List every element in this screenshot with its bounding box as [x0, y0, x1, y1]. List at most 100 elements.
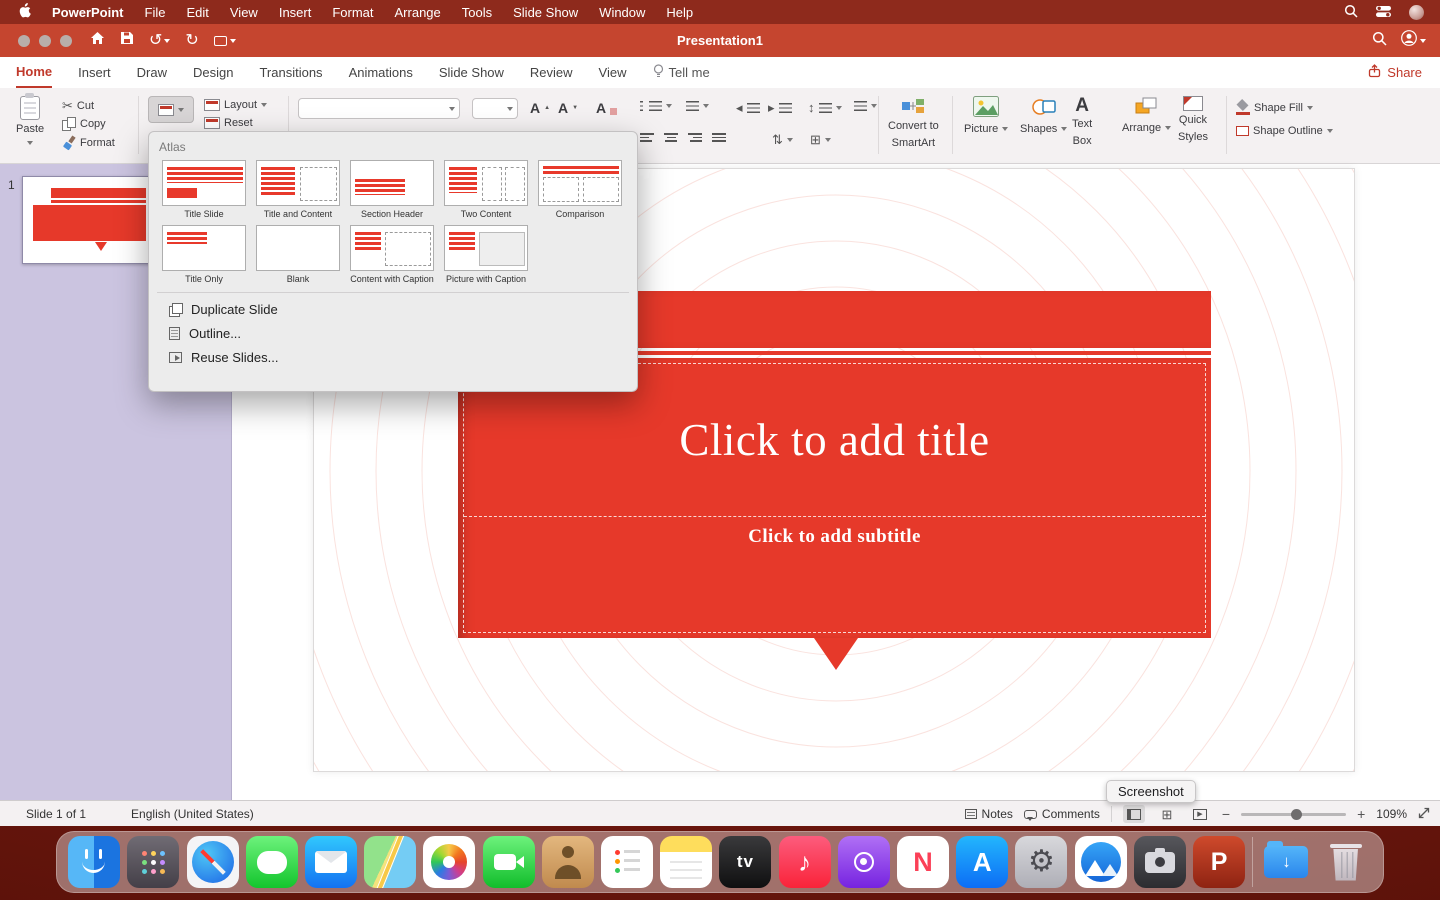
- facetime-icon[interactable]: [483, 836, 535, 888]
- layout-option-title-only[interactable]: Title Only: [157, 225, 251, 284]
- menu-format[interactable]: Format: [332, 5, 373, 20]
- photos-icon[interactable]: [423, 836, 475, 888]
- zoom-out-button[interactable]: −: [1222, 806, 1230, 822]
- justify-button[interactable]: [712, 133, 726, 142]
- downloads-icon[interactable]: ↓: [1260, 836, 1312, 888]
- menu-file[interactable]: File: [145, 5, 166, 20]
- decrease-indent-button[interactable]: ◂: [736, 101, 760, 114]
- undo-button[interactable]: ↺: [149, 33, 170, 49]
- layout-option-comparison[interactable]: Comparison: [533, 160, 627, 219]
- format-painter-button[interactable]: Format: [62, 136, 115, 150]
- finder-icon[interactable]: [68, 836, 120, 888]
- menu-tools[interactable]: Tools: [462, 5, 492, 20]
- duplicate-slide-item[interactable]: Duplicate Slide: [157, 297, 629, 321]
- cut-button[interactable]: ✂ Cut: [62, 99, 115, 112]
- launchpad-icon[interactable]: [127, 836, 179, 888]
- contacts-icon[interactable]: [542, 836, 594, 888]
- tab-view[interactable]: View: [599, 57, 627, 88]
- vertical-align-button[interactable]: ⇅: [772, 133, 793, 146]
- align-left-button[interactable]: [640, 133, 654, 142]
- align-center-button[interactable]: [664, 133, 678, 142]
- menu-help[interactable]: Help: [666, 5, 693, 20]
- layout-option-picture-with-caption[interactable]: Picture with Caption: [439, 225, 533, 284]
- comments-button[interactable]: Comments: [1024, 807, 1100, 821]
- zoom-slider[interactable]: [1241, 813, 1346, 816]
- search-icon[interactable]: [1372, 31, 1387, 51]
- menu-slide-show[interactable]: Slide Show: [513, 5, 578, 20]
- tab-animations[interactable]: Animations: [349, 57, 413, 88]
- layout-option-content-with-caption[interactable]: Content with Caption: [345, 225, 439, 284]
- tab-home[interactable]: Home: [16, 57, 52, 88]
- apple-logo-icon[interactable]: [18, 3, 31, 21]
- language-indicator[interactable]: English (United States): [131, 807, 254, 821]
- close-window-button[interactable]: [18, 35, 30, 47]
- clear-formatting-button[interactable]: A: [596, 101, 617, 115]
- maps-icon[interactable]: [364, 836, 416, 888]
- apple-tv-icon[interactable]: tv: [719, 836, 771, 888]
- font-name-combobox[interactable]: [298, 98, 460, 119]
- drive-icon[interactable]: [1075, 836, 1127, 888]
- powerpoint-icon[interactable]: P: [1193, 836, 1245, 888]
- fit-slide-button[interactable]: [1418, 807, 1430, 822]
- reminders-icon[interactable]: [601, 836, 653, 888]
- line-spacing-button[interactable]: ↕: [808, 101, 842, 114]
- numbering-button[interactable]: [686, 101, 709, 111]
- notes-app-icon[interactable]: [660, 836, 712, 888]
- slide-sorter-view-button[interactable]: ⊞: [1156, 805, 1178, 823]
- zoom-slider-thumb[interactable]: [1291, 809, 1302, 820]
- shape-fill-button[interactable]: Shape Fill: [1236, 101, 1333, 115]
- zoom-window-button[interactable]: [60, 35, 72, 47]
- notes-button[interactable]: Notes: [965, 807, 1013, 821]
- zoom-in-button[interactable]: +: [1357, 806, 1365, 822]
- redo-icon[interactable]: ↻: [185, 33, 198, 49]
- home-icon[interactable]: [90, 31, 105, 50]
- tell-me-button[interactable]: Tell me: [653, 64, 710, 81]
- layout-option-title-slide[interactable]: Title Slide: [157, 160, 251, 219]
- reuse-slides-item[interactable]: Reuse Slides...: [157, 345, 629, 369]
- minimize-window-button[interactable]: [39, 35, 51, 47]
- tab-draw[interactable]: Draw: [137, 57, 167, 88]
- font-size-combobox[interactable]: [472, 98, 518, 119]
- bullets-button[interactable]: [640, 101, 672, 111]
- slide-1-thumbnail[interactable]: [22, 176, 152, 264]
- layout-option-section-header[interactable]: Section Header: [345, 160, 439, 219]
- menubar-app-name[interactable]: PowerPoint: [52, 5, 124, 20]
- tab-insert[interactable]: Insert: [78, 57, 111, 88]
- text-box-button[interactable]: A Text Box: [1072, 96, 1092, 149]
- siri-icon[interactable]: [1409, 5, 1424, 20]
- convert-to-smartart-button[interactable]: Convert to SmartArt: [888, 98, 939, 151]
- outline-item[interactable]: Outline...: [157, 321, 629, 345]
- tab-review[interactable]: Review: [530, 57, 573, 88]
- tab-slide-show[interactable]: Slide Show: [439, 57, 504, 88]
- copy-button[interactable]: Copy: [62, 117, 115, 131]
- layout-button[interactable]: Layout: [204, 99, 267, 111]
- shrink-font-button[interactable]: A ▼: [558, 101, 578, 115]
- picture-button[interactable]: Picture: [964, 96, 1008, 135]
- new-slide-button[interactable]: [148, 96, 194, 123]
- customize-toolbar-button[interactable]: [214, 35, 236, 46]
- tab-design[interactable]: Design: [193, 57, 233, 88]
- normal-view-button[interactable]: [1123, 805, 1145, 823]
- title-block[interactable]: Click to add title Click to add subtitle: [458, 358, 1211, 638]
- layout-option-title-and-content[interactable]: Title and Content: [251, 160, 345, 219]
- safari-icon[interactable]: [187, 836, 239, 888]
- control-center-icon[interactable]: [1376, 5, 1391, 20]
- app-store-icon[interactable]: A: [956, 836, 1008, 888]
- mail-icon[interactable]: [305, 836, 357, 888]
- menu-insert[interactable]: Insert: [279, 5, 312, 20]
- align-right-button[interactable]: [688, 133, 702, 142]
- tab-transitions[interactable]: Transitions: [259, 57, 322, 88]
- grow-font-button[interactable]: A ▲: [530, 101, 550, 115]
- shapes-button[interactable]: Shapes: [1020, 96, 1067, 135]
- layout-option-blank[interactable]: Blank: [251, 225, 345, 284]
- layout-option-two-content[interactable]: Two Content: [439, 160, 533, 219]
- music-icon[interactable]: ♪: [779, 836, 831, 888]
- menubar-search-icon[interactable]: [1344, 4, 1358, 21]
- subtitle-placeholder[interactable]: Click to add subtitle: [464, 516, 1205, 632]
- arrange-button[interactable]: Arrange: [1122, 96, 1171, 134]
- menu-window[interactable]: Window: [599, 5, 645, 20]
- paste-button[interactable]: Paste: [16, 96, 44, 148]
- slideshow-view-button[interactable]: ▶: [1189, 805, 1211, 823]
- text-direction-button[interactable]: [854, 101, 877, 111]
- quick-styles-button[interactable]: Quick Styles: [1178, 96, 1208, 145]
